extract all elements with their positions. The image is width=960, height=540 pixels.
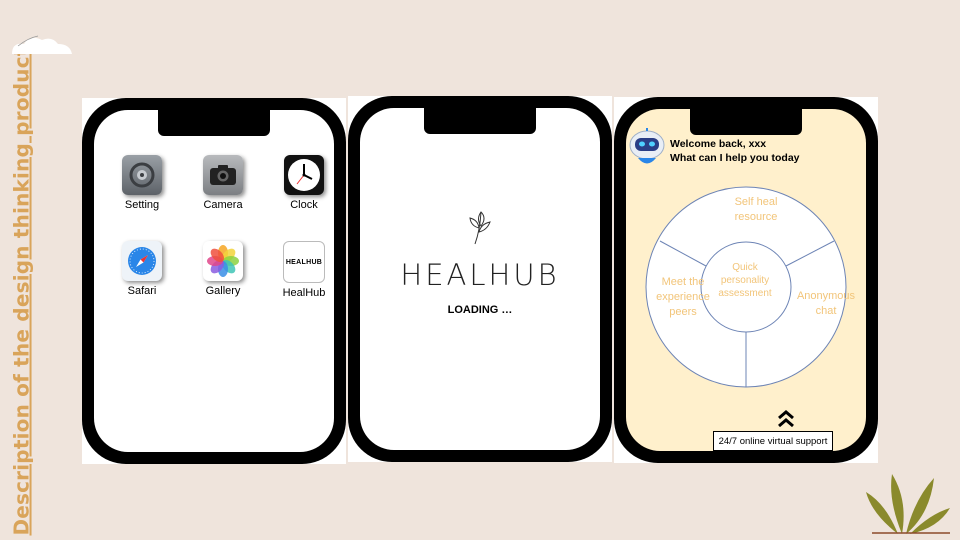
phone-notch xyxy=(424,108,536,134)
app-label: Camera xyxy=(203,199,243,211)
plant-decoration xyxy=(866,474,950,534)
app-safari[interactable]: Safari xyxy=(107,241,177,297)
phone-notch xyxy=(690,109,802,135)
virtual-support-button[interactable]: 24/7 online virtual support xyxy=(713,431,833,451)
double-chevron-up-icon[interactable] xyxy=(776,409,796,429)
camera-icon xyxy=(203,155,243,195)
wheel-center-assessment[interactable]: Quick personality assessment xyxy=(710,261,780,300)
loading-text: LOADING … xyxy=(447,304,513,316)
app-gallery[interactable]: Gallery xyxy=(188,241,258,297)
phone-loading-screen: HEALHUB LOADING … xyxy=(348,96,612,462)
phone-notch xyxy=(158,110,270,136)
wheel-segment-self-heal[interactable]: Self heal resource xyxy=(716,195,796,225)
app-label: Gallery xyxy=(205,285,241,297)
loading-screen: HEALHUB LOADING … xyxy=(360,108,600,450)
app-label: Setting xyxy=(124,199,160,211)
app-setting[interactable]: Setting xyxy=(107,155,177,211)
brand-logo-text: HEALHUB xyxy=(400,258,560,292)
app-clock[interactable]: Clock xyxy=(269,155,334,211)
wheel-segment-anonymous-chat[interactable]: Anonymous chat xyxy=(796,289,856,319)
welcome-message: Welcome back, xxx What can I help you to… xyxy=(670,137,800,165)
phone-main-menu: Welcome back, xxx What can I help you to… xyxy=(614,97,878,463)
app-label: Safari xyxy=(127,285,157,297)
robot-assistant-icon xyxy=(629,128,665,164)
cloud-decoration xyxy=(12,35,72,54)
main-menu-screen: Welcome back, xxx What can I help you to… xyxy=(626,109,866,451)
app-healhub[interactable]: HEALHUB HealHub xyxy=(269,241,334,299)
app-camera[interactable]: Camera xyxy=(188,155,258,211)
leaf-logo-icon xyxy=(469,211,491,245)
home-screen: Setting Camera Clock Safari Gallery HEAL… xyxy=(94,110,334,452)
prompt-line: What can I help you today xyxy=(670,152,800,164)
safari-compass-icon xyxy=(122,241,162,281)
app-label: HealHub xyxy=(282,287,326,299)
welcome-line: Welcome back, xxx xyxy=(670,138,767,150)
phone-home-screen: Setting Camera Clock Safari Gallery HEAL… xyxy=(82,98,346,464)
app-label: Clock xyxy=(290,199,318,211)
wheel-segment-meet-peers[interactable]: Meet the experience peers xyxy=(652,275,714,320)
settings-icon xyxy=(122,155,162,195)
gallery-photos-icon xyxy=(203,241,243,281)
clock-icon xyxy=(284,155,324,195)
slide-side-title: Description of the design thinking produ… xyxy=(10,46,35,536)
healhub-app-icon: HEALHUB xyxy=(283,241,325,283)
